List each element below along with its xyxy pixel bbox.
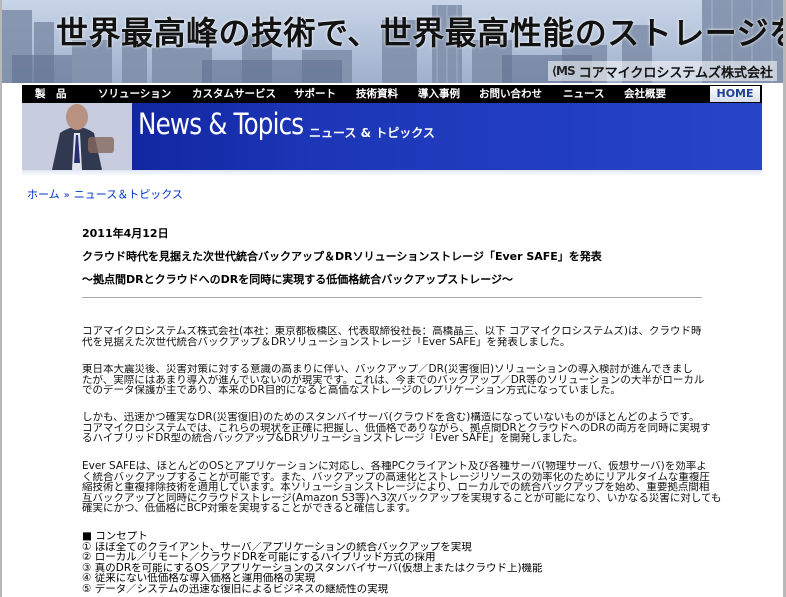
- paragraph-solution: しかも、迅速かつ確実なDR(災害復旧)のためのスタンバイサーバ(クラウドを含む)…: [82, 412, 742, 444]
- header-shadow: [22, 170, 762, 176]
- text-line: コアマイクロシステムでは、これらの現状を正確に把握し、低価格でありながら、拠点間…: [82, 422, 711, 433]
- nav-item-case-studies[interactable]: 導入事例: [418, 85, 460, 103]
- breadcrumb-separator-icon: »: [63, 190, 70, 201]
- text-line: るハイブリッドDR型の統合バックアップ&DRソリューションストレージ「Ever …: [82, 433, 584, 444]
- home-button[interactable]: HOME: [710, 86, 760, 102]
- text-line: たが、実際にはあまり導入が進んでいないのが現実です。これは、今までのバックアップ…: [82, 374, 705, 385]
- concept-list: ■ コンセプト ① ほぼ全てのクライアント、サーバ／アプリケーションの統合バック…: [82, 531, 722, 594]
- list-item: ④ 従来にない低価格な導入価格と運用価格の実現: [82, 573, 316, 584]
- businessman-photo: [22, 103, 132, 170]
- text-line: コアマイクロシステムズ株式会社(本社：東京都板橋区、代表取締役社長：高橋晶三、以…: [82, 326, 702, 337]
- paragraph-intro: コアマイクロシステムズ株式会社(本社：東京都板橋区、代表取締役社長：高橋晶三、以…: [82, 326, 742, 347]
- nav-item-news[interactable]: ニュース: [563, 85, 604, 103]
- cms-logo-icon: ⟨MS: [551, 64, 576, 78]
- concept-heading: ■ コンセプト: [82, 531, 148, 542]
- list-item: ⑤ データ／システムの迅速な復旧によるビジネスの継続性の実現: [82, 583, 389, 594]
- text-line: 東日本大震災後、災害対策に対する意識の高まりに伴い、バックアップ／DR(災害復旧…: [82, 364, 693, 375]
- nav-item-company[interactable]: 会社概要: [624, 85, 666, 103]
- text-line: 確実にかつ、低価格にBCP対策を実現することができると確信します。: [82, 503, 417, 514]
- text-line: 互バックアップと同時にクラウドストレージ(Amazon S3等)へ3次バックアッ…: [82, 492, 722, 503]
- company-logo[interactable]: ⟨MS コアマイクロシステムズ株式会社: [547, 61, 777, 81]
- paragraph-features: Ever SAFEは、ほとんどのOSとアプリケーションに対応し、各種PCクライア…: [82, 461, 742, 514]
- nav-item-support[interactable]: サポート: [294, 85, 336, 103]
- article-headline: クラウド時代を見据えた次世代統合バックアップ＆DRソリューションストレージ「Ev…: [82, 250, 602, 263]
- text-line: 代を見据えた次世代統合バックアップ＆DRソリューションストレージ「Ever SA…: [82, 336, 571, 347]
- nav-item-products[interactable]: 製 品: [35, 85, 67, 103]
- nav-item-tech-docs[interactable]: 技術資料: [356, 85, 398, 103]
- nav-item-custom-service[interactable]: カスタムサービス: [192, 85, 276, 103]
- top-banner: 世界最高峰の技術で、世界最高性能のストレージを ⟨MS コアマイクロシステムズ株…: [2, 0, 783, 83]
- banner-tagline: 世界最高峰の技術で、世界最高性能のストレージを: [56, 14, 783, 52]
- page-subtitle: ニュース & トピックス: [309, 126, 435, 140]
- nav-item-contact[interactable]: お問い合わせ: [479, 85, 542, 103]
- list-item: ① ほぼ全てのクライアント、サーバ／アプリケーションの統合バックアップを実現: [82, 541, 472, 552]
- breadcrumb-news-link[interactable]: ニュース＆トピックス: [74, 188, 183, 201]
- main-nav: 製 品 ソリューション カスタムサービス サポート 技術資料 導入事例 お問い合…: [22, 85, 762, 103]
- text-line: く統合バックアップすることが可能です。また、バックアップの高速化とストレージリソ…: [82, 471, 710, 482]
- list-item: ③ 真のDRを可能にするOS／アプリケーションのスタンバイサーバ(仮想上またはク…: [82, 562, 543, 573]
- page-header: News & Topics ニュース & トピックス: [22, 103, 762, 170]
- text-line: 縮技術と重複排除技術を適用しています。本ソリューションストレージにより、ローカル…: [82, 482, 710, 493]
- list-item: ② ローカル／リモート／クラウドDRを可能にするハイブリッド方式の採用: [82, 552, 436, 563]
- window-frame-left: [0, 0, 2, 597]
- text-line: しかも、迅速かつ確実なDR(災害復旧)のためのスタンバイサーバ(クラウドを含む)…: [82, 412, 700, 423]
- page-title: News & Topics: [138, 107, 304, 141]
- text-line: Ever SAFEは、ほとんどのOSとアプリケーションに対応し、各種PCクライア…: [82, 461, 707, 472]
- company-name: コアマイクロシステムズ株式会社: [578, 65, 773, 81]
- text-line: でのデータ保護が主であり、本来のDR目的になると高価なストレージのレプリケーショ…: [82, 385, 621, 396]
- divider: [82, 297, 702, 298]
- paragraph-background: 東日本大震災後、災害対策に対する意識の高まりに伴い、バックアップ／DR(災害復旧…: [82, 364, 742, 396]
- breadcrumb: ホーム» ニュース＆トピックス: [27, 186, 183, 202]
- nav-item-solutions[interactable]: ソリューション: [98, 85, 171, 103]
- article-subheadline: 〜拠点間DRとクラウドへのDRを同時に実現する低価格統合バックアップストレージ〜: [82, 273, 513, 286]
- breadcrumb-home-link[interactable]: ホーム: [27, 188, 60, 201]
- article-date: 2011年4月12日: [82, 227, 169, 240]
